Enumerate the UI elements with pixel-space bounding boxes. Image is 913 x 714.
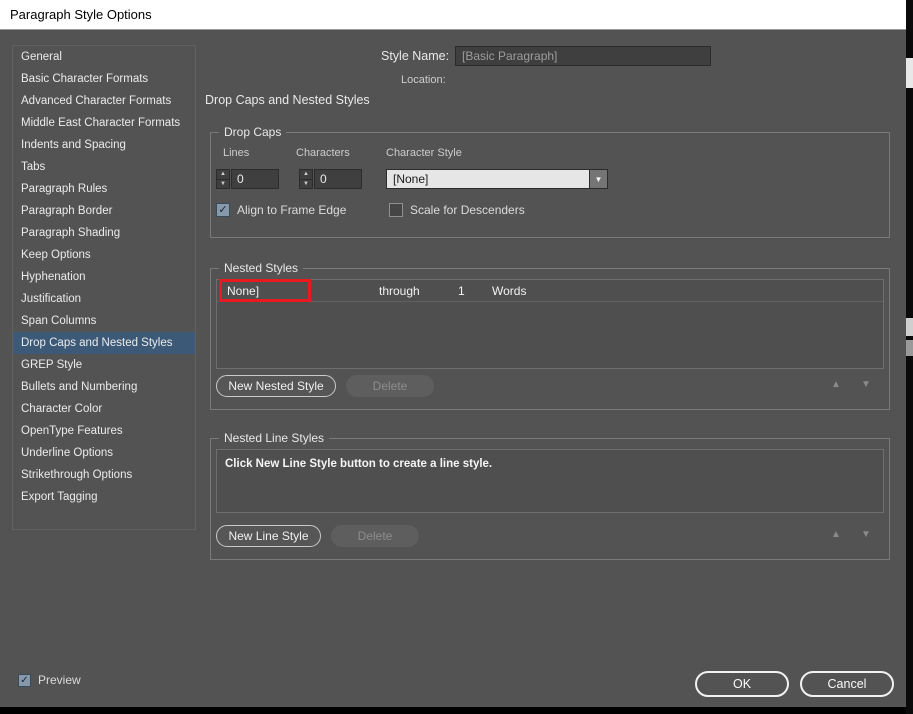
- paragraph-style-options-dialog: General Basic Character Formats Advanced…: [0, 30, 906, 707]
- check-icon: ✓: [218, 204, 228, 216]
- triangle-up-icon: ▲: [831, 529, 841, 540]
- lines-label: Lines: [223, 147, 250, 159]
- right-edge-artifact: [906, 0, 913, 714]
- drop-caps-group: Drop Caps Lines Characters Character Sty…: [210, 125, 890, 238]
- sidebar-item-underline-options[interactable]: Underline Options: [13, 442, 195, 464]
- character-style-dropdown[interactable]: [None] ▼: [386, 169, 608, 189]
- sidebar-item-paragraph-border[interactable]: Paragraph Border: [13, 200, 195, 222]
- nested-line-styles-group-title: Nested Line Styles: [219, 431, 330, 445]
- sidebar-item-advanced-character-formats[interactable]: Advanced Character Formats: [13, 90, 195, 112]
- style-name-input[interactable]: [455, 46, 711, 66]
- nested-styles-group-title: Nested Styles: [219, 261, 304, 275]
- ok-button[interactable]: OK: [695, 671, 789, 697]
- screen-edge-artifact: [906, 58, 913, 88]
- panel-title: Drop Caps and Nested Styles: [205, 93, 370, 107]
- sidebar-item-drop-caps-and-nested-styles[interactable]: Drop Caps and Nested Styles: [13, 332, 195, 354]
- move-down-button[interactable]: ▼: [861, 530, 871, 540]
- sidebar-item-justification[interactable]: Justification: [13, 288, 195, 310]
- sidebar-item-paragraph-shading[interactable]: Paragraph Shading: [13, 222, 195, 244]
- style-options-sidebar: General Basic Character Formats Advanced…: [12, 45, 196, 530]
- nested-line-styles-placeholder: Click New Line Style button to create a …: [225, 458, 493, 470]
- screen-edge-artifact: [906, 318, 913, 336]
- sidebar-item-tabs[interactable]: Tabs: [13, 156, 195, 178]
- nested-style-name-cell[interactable]: None]: [227, 280, 259, 302]
- nested-style-unit-cell[interactable]: Words: [492, 280, 526, 302]
- characters-label: Characters: [296, 147, 350, 159]
- character-style-label: Character Style: [386, 147, 462, 159]
- characters-input[interactable]: [314, 169, 362, 189]
- delete-nested-style-button[interactable]: Delete: [346, 375, 434, 397]
- delete-line-style-button[interactable]: Delete: [331, 525, 419, 547]
- cancel-button[interactable]: Cancel: [800, 671, 894, 697]
- nested-line-styles-list: Click New Line Style button to create a …: [216, 449, 884, 513]
- nested-style-count-cell[interactable]: 1: [458, 280, 465, 302]
- chevron-down-icon[interactable]: ▼: [589, 169, 608, 189]
- preview-checkbox[interactable]: ✓: [18, 674, 31, 687]
- drop-caps-group-title: Drop Caps: [219, 125, 287, 139]
- window-title: Paragraph Style Options: [10, 7, 152, 22]
- characters-stepper[interactable]: ▲ ▼: [299, 169, 313, 189]
- new-nested-style-button[interactable]: New Nested Style: [216, 375, 336, 397]
- sidebar-item-general[interactable]: General: [13, 46, 195, 68]
- sidebar-item-paragraph-rules[interactable]: Paragraph Rules: [13, 178, 195, 200]
- sidebar-item-opentype-features[interactable]: OpenType Features: [13, 420, 195, 442]
- align-to-frame-edge-checkbox[interactable]: ✓: [216, 203, 230, 217]
- nested-styles-list: None] through 1 Words: [216, 279, 884, 369]
- sidebar-item-indents-and-spacing[interactable]: Indents and Spacing: [13, 134, 195, 156]
- preview-label: Preview: [38, 673, 81, 687]
- location-label: Location:: [401, 74, 446, 86]
- nested-styles-group: Nested Styles None] through 1 Words New …: [210, 261, 890, 410]
- sidebar-item-keep-options[interactable]: Keep Options: [13, 244, 195, 266]
- triangle-down-icon: ▼: [861, 379, 871, 390]
- sidebar-item-basic-character-formats[interactable]: Basic Character Formats: [13, 68, 195, 90]
- lines-input[interactable]: [231, 169, 279, 189]
- sidebar-item-grep-style[interactable]: GREP Style: [13, 354, 195, 376]
- move-down-button[interactable]: ▼: [861, 380, 871, 390]
- nested-style-row[interactable]: None] through 1 Words: [217, 279, 883, 302]
- move-up-button[interactable]: ▲: [831, 380, 841, 390]
- scale-for-descenders-label: Scale for Descenders: [410, 203, 525, 217]
- screen: Paragraph Style Options General Basic Ch…: [0, 0, 913, 714]
- stepper-up-icon[interactable]: ▲: [300, 170, 312, 179]
- new-line-style-button[interactable]: New Line Style: [216, 525, 321, 547]
- stepper-down-icon[interactable]: ▼: [300, 178, 312, 189]
- stepper-down-icon[interactable]: ▼: [217, 178, 229, 189]
- sidebar-item-character-color[interactable]: Character Color: [13, 398, 195, 420]
- nested-line-styles-group: Nested Line Styles Click New Line Style …: [210, 431, 890, 560]
- sidebar-item-span-columns[interactable]: Span Columns: [13, 310, 195, 332]
- sidebar-item-middle-east-character-formats[interactable]: Middle East Character Formats: [13, 112, 195, 134]
- character-style-value: [None]: [393, 172, 429, 186]
- triangle-up-icon: ▲: [831, 379, 841, 390]
- check-icon: ✓: [20, 675, 29, 686]
- sidebar-item-strikethrough-options[interactable]: Strikethrough Options: [13, 464, 195, 486]
- align-to-frame-edge-label: Align to Frame Edge: [237, 203, 347, 217]
- sidebar-item-hyphenation[interactable]: Hyphenation: [13, 266, 195, 288]
- sidebar-item-export-tagging[interactable]: Export Tagging: [13, 486, 195, 508]
- stepper-up-icon[interactable]: ▲: [217, 170, 229, 179]
- style-name-label: Style Name:: [381, 49, 450, 63]
- sidebar-item-bullets-and-numbering[interactable]: Bullets and Numbering: [13, 376, 195, 398]
- lines-stepper[interactable]: ▲ ▼: [216, 169, 230, 189]
- screen-edge-artifact: [906, 340, 913, 356]
- triangle-down-icon: ▼: [861, 529, 871, 540]
- move-up-button[interactable]: ▲: [831, 530, 841, 540]
- scale-for-descenders-checkbox[interactable]: [389, 203, 403, 217]
- nested-style-through-cell[interactable]: through: [379, 280, 420, 302]
- titlebar: Paragraph Style Options: [0, 0, 906, 30]
